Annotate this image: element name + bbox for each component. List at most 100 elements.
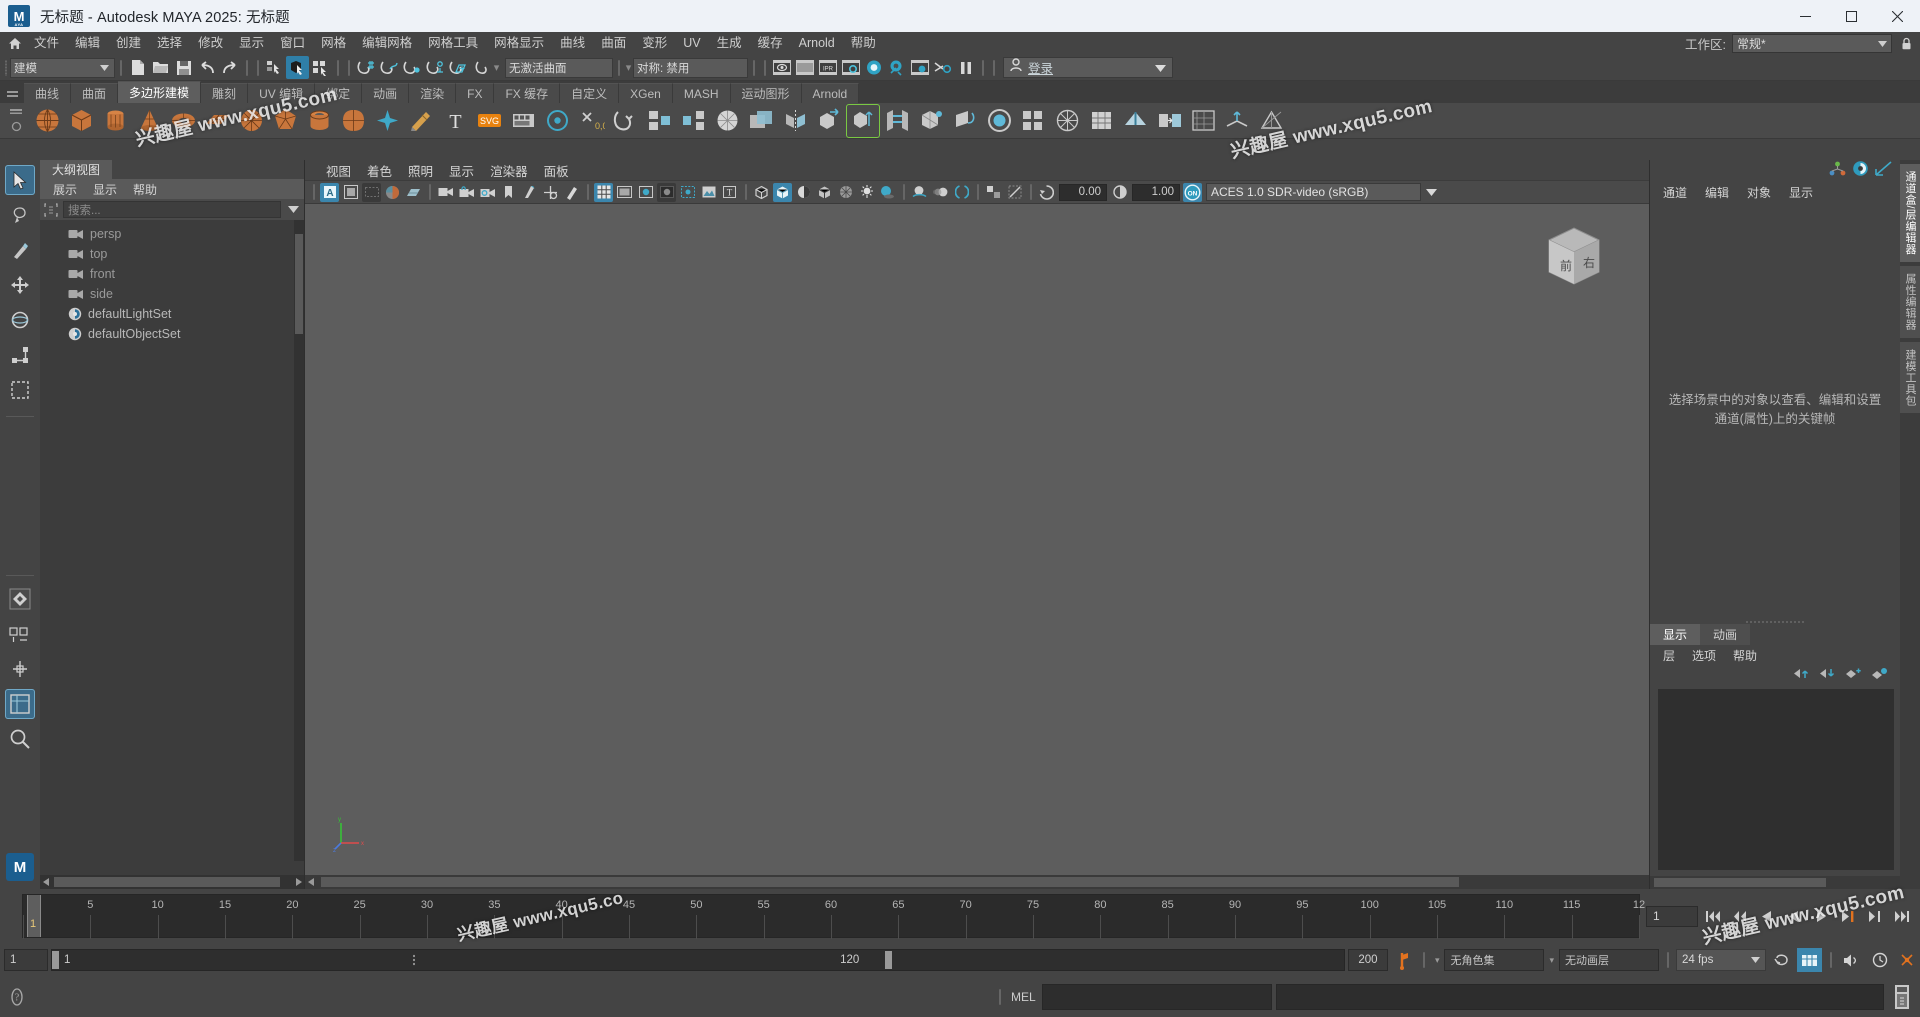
outliner-menu-2[interactable]: 帮助 bbox=[126, 180, 164, 199]
camera-attributes-icon[interactable] bbox=[478, 183, 497, 202]
menu-item-3[interactable]: 选择 bbox=[149, 35, 190, 52]
poly-platonic-icon[interactable] bbox=[269, 105, 301, 137]
channel-box-menu-3[interactable]: 显示 bbox=[1782, 183, 1820, 202]
chevron-down-icon[interactable] bbox=[284, 201, 302, 219]
separate-icon[interactable] bbox=[677, 105, 709, 137]
home-icon[interactable] bbox=[4, 37, 26, 50]
poly-super-ellipse-icon[interactable] bbox=[337, 105, 369, 137]
anim-preferences-icon[interactable] bbox=[1769, 948, 1794, 972]
redo-icon[interactable] bbox=[218, 56, 241, 79]
xray-joints-icon[interactable] bbox=[1005, 183, 1024, 202]
outliner-filter-icon[interactable] bbox=[42, 201, 60, 219]
shadows-icon[interactable] bbox=[878, 183, 897, 202]
viewport-menu-1[interactable]: 着色 bbox=[360, 160, 399, 181]
poly-cone-icon[interactable] bbox=[133, 105, 165, 137]
modeling-toolkit-icon[interactable] bbox=[1875, 161, 1892, 181]
shelf-tab-12[interactable]: MASH bbox=[672, 83, 731, 103]
animation-layer-combo[interactable]: 无动画层 bbox=[1559, 949, 1659, 971]
film-gate-icon[interactable] bbox=[615, 183, 634, 202]
snap-to-projected-center-icon[interactable] bbox=[423, 56, 446, 79]
light-editor-icon[interactable] bbox=[908, 56, 931, 79]
go-to-start-icon[interactable] bbox=[1700, 904, 1725, 928]
layer-editor-menu-1[interactable]: 选项 bbox=[1685, 646, 1723, 665]
layer-list[interactable] bbox=[1658, 689, 1894, 870]
range-start-handle[interactable] bbox=[52, 951, 59, 969]
menu-item-1[interactable]: 编辑 bbox=[67, 35, 108, 52]
menu-item-11[interactable]: 曲线 bbox=[552, 35, 593, 52]
outliner-vertical-scrollbar[interactable] bbox=[294, 220, 304, 861]
shelf-tab-3[interactable]: 雕刻 bbox=[201, 83, 249, 103]
pause-render-icon[interactable] bbox=[954, 56, 977, 79]
textured-icon[interactable] bbox=[836, 183, 855, 202]
menu-item-9[interactable]: 网格工具 bbox=[420, 35, 486, 52]
menuset-combo[interactable]: 建模 bbox=[10, 57, 115, 78]
poly-cylinder-icon[interactable] bbox=[99, 105, 131, 137]
exposure-icon[interactable] bbox=[1037, 183, 1056, 202]
menu-item-13[interactable]: 变形 bbox=[634, 35, 675, 52]
menu-item-10[interactable]: 网格显示 bbox=[486, 35, 552, 52]
menu-item-6[interactable]: 窗口 bbox=[272, 35, 313, 52]
shelf-handle-icon[interactable] bbox=[0, 81, 24, 103]
close-button[interactable] bbox=[1874, 0, 1920, 32]
range-slider-bar[interactable]: 1 120 bbox=[51, 949, 1345, 971]
viewport-horizontal-scrollbar[interactable] bbox=[305, 875, 1649, 889]
2d-pan-zoom-icon[interactable] bbox=[541, 183, 560, 202]
audio-icon[interactable] bbox=[1839, 948, 1864, 972]
color-management-toggle-icon[interactable]: ON bbox=[1183, 182, 1202, 202]
grid-toggle-icon[interactable] bbox=[594, 182, 613, 202]
layer-editor-tab-0[interactable]: 显示 bbox=[1650, 624, 1701, 645]
text-display-icon[interactable]: T bbox=[720, 183, 739, 202]
paint-select-tool[interactable] bbox=[5, 235, 35, 265]
resolution-gate-icon[interactable] bbox=[362, 182, 381, 202]
magnify-tool[interactable] bbox=[5, 724, 35, 754]
minimize-button[interactable] bbox=[1782, 0, 1828, 32]
animation-start-field[interactable]: 1 bbox=[4, 949, 48, 971]
last-tool[interactable] bbox=[5, 689, 35, 719]
character-set-combo[interactable]: 无角色集 bbox=[1444, 949, 1545, 971]
shelf-tab-8[interactable]: FX bbox=[456, 83, 495, 103]
boolean-icon[interactable] bbox=[745, 105, 777, 137]
current-frame-field[interactable]: 1 bbox=[1646, 905, 1698, 927]
outliner-item[interactable]: defaultLightSet bbox=[40, 304, 304, 324]
motion-blur-icon[interactable] bbox=[931, 183, 950, 202]
layer-editor-menu-0[interactable]: 层 bbox=[1656, 646, 1682, 665]
play-backwards-icon[interactable] bbox=[1781, 904, 1806, 928]
menu-item-14[interactable]: UV bbox=[675, 35, 708, 52]
character-set-dropdown-icon[interactable]: ▾ bbox=[1433, 955, 1442, 966]
multisample-icon[interactable] bbox=[952, 183, 971, 202]
snap-to-grid-icon[interactable] bbox=[354, 56, 377, 79]
lock-camera-icon[interactable] bbox=[457, 183, 476, 202]
toggle-render-icon[interactable] bbox=[931, 56, 954, 79]
right-dock-tab-2[interactable]: 建模工具包 bbox=[1900, 341, 1920, 414]
fill-hole-icon[interactable] bbox=[983, 105, 1015, 137]
bevel-icon[interactable] bbox=[846, 103, 880, 138]
sculpt-tool-icon[interactable] bbox=[371, 105, 403, 137]
move-tool[interactable] bbox=[5, 270, 35, 300]
camera-icon[interactable] bbox=[436, 183, 455, 202]
viewport-menu-5[interactable]: 面板 bbox=[537, 160, 576, 181]
auto-keyframe-icon[interactable] bbox=[1391, 948, 1416, 972]
shelf-tab-0[interactable]: 曲线 bbox=[24, 83, 72, 103]
animation-end-field[interactable]: 200 bbox=[1347, 949, 1388, 971]
wedge-icon[interactable] bbox=[949, 105, 981, 137]
render-setup-icon[interactable] bbox=[885, 56, 908, 79]
poly-type-icon[interactable] bbox=[507, 105, 539, 137]
normals-icon[interactable] bbox=[1221, 105, 1253, 137]
viewport-menu-0[interactable]: 视图 bbox=[319, 160, 358, 181]
use-lights-icon[interactable] bbox=[857, 183, 876, 202]
outliner-item[interactable]: side bbox=[40, 284, 304, 304]
save-scene-icon[interactable] bbox=[172, 56, 195, 79]
scrollbar-thumb[interactable] bbox=[54, 877, 280, 887]
new-scene-icon[interactable] bbox=[126, 56, 149, 79]
outliner-search-input[interactable]: 搜索... bbox=[63, 201, 281, 218]
retopo-icon[interactable] bbox=[1085, 105, 1117, 137]
poly-plane-icon[interactable] bbox=[201, 105, 233, 137]
menu-item-18[interactable]: 帮助 bbox=[843, 35, 884, 52]
outliner-item[interactable]: defaultObjectSet bbox=[40, 324, 304, 344]
layer-editor-tab-1[interactable]: 动画 bbox=[1700, 624, 1751, 645]
select-by-hierarchy-icon[interactable] bbox=[263, 56, 286, 79]
attribute-editor-icon[interactable] bbox=[1852, 160, 1869, 182]
sign-in-button[interactable]: 登录 bbox=[1003, 57, 1173, 78]
shelf-tab-5[interactable]: 绑定 bbox=[315, 83, 363, 103]
layer-editor-menu-2[interactable]: 帮助 bbox=[1726, 646, 1764, 665]
